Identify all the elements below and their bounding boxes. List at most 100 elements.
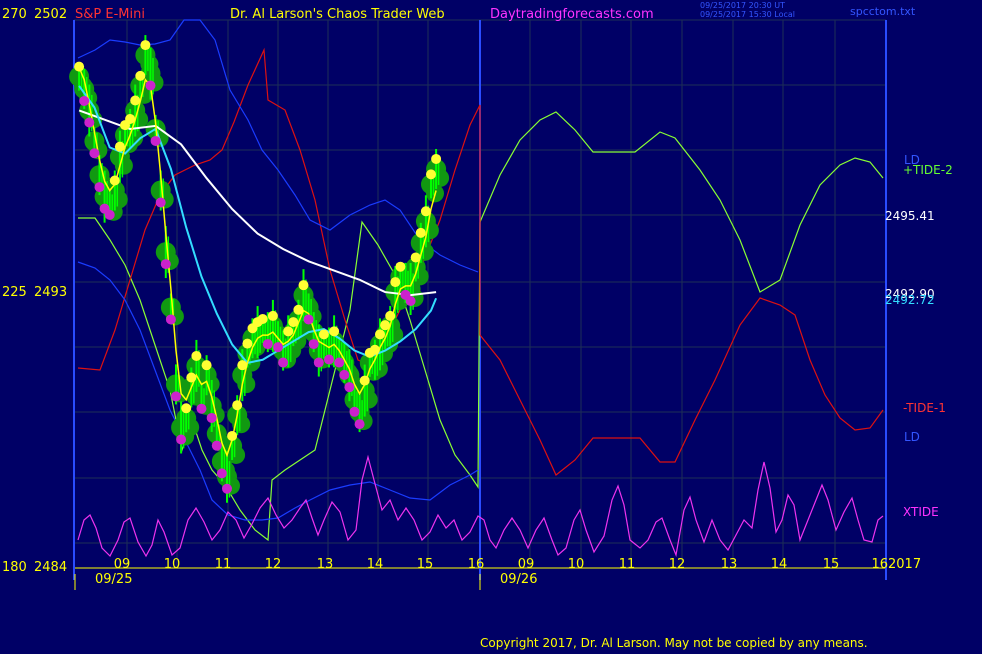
high-marker (415, 227, 426, 238)
high-marker (232, 400, 243, 411)
hour-tick: 11 (619, 557, 636, 572)
site-title: Dr. Al Larson's Chaos Trader Web (230, 7, 445, 22)
low-marker (150, 135, 161, 146)
low-marker (160, 259, 171, 270)
low-marker (165, 314, 176, 325)
low-marker (354, 419, 365, 430)
low-marker (216, 468, 227, 479)
hour-tick: 09 (518, 557, 535, 572)
low-marker (405, 296, 416, 306)
low-marker (324, 354, 334, 365)
left-index-tick: 225 (2, 285, 27, 300)
high-marker (293, 304, 304, 315)
left-price-tick: 2484 (34, 560, 67, 575)
low-marker (196, 403, 207, 414)
low-marker (176, 434, 187, 445)
high-marker (298, 280, 309, 291)
tide-plus-label: +TIDE-2 (903, 163, 953, 177)
high-marker (390, 277, 401, 288)
low-marker (349, 406, 360, 417)
high-marker (395, 261, 406, 272)
high-marker (426, 169, 436, 180)
high-marker (267, 310, 278, 321)
hour-tick: 12 (669, 557, 686, 572)
hour-tick: 10 (568, 557, 585, 572)
left-index-tick: 270 (2, 7, 27, 22)
hour-tick: 15 (823, 557, 840, 572)
timestamp-local: 09/25/2017 15:30 Local (700, 10, 795, 19)
low-marker (303, 314, 314, 325)
tide-minus-label: -TIDE-1 (903, 401, 946, 415)
high-marker (380, 320, 391, 331)
high-marker (74, 61, 85, 72)
year-label: 2017 (888, 557, 921, 572)
low-marker (145, 80, 156, 91)
hour-tick: 13 (721, 557, 738, 572)
high-marker (288, 317, 299, 328)
hour-tick: 14 (367, 557, 384, 572)
high-marker (237, 360, 248, 371)
low-marker (334, 357, 345, 368)
low-marker (79, 95, 90, 106)
hour-tick: 11 (215, 557, 232, 572)
low-marker (211, 440, 222, 451)
low-marker (278, 357, 289, 368)
low-marker (262, 339, 273, 350)
high-marker (431, 153, 442, 164)
high-marker (135, 70, 146, 81)
low-marker (171, 391, 181, 402)
date-label: 09/25 (95, 572, 132, 587)
high-marker (420, 206, 431, 217)
low-marker (308, 339, 319, 350)
low-marker (89, 148, 100, 159)
high-marker (125, 113, 136, 124)
hour-tick: 14 (771, 557, 788, 572)
instrument-label: S&P E-Mini (75, 7, 145, 22)
high-marker (283, 326, 294, 337)
file-name-label: spcctom.txt (850, 5, 916, 18)
high-marker (329, 326, 340, 337)
price-label-a: 2495.41 (885, 209, 935, 223)
hour-tick: 09 (114, 557, 131, 572)
hour-tick: 12 (265, 557, 282, 572)
hour-tick: 16 (468, 557, 485, 572)
high-marker (257, 314, 268, 325)
high-marker (410, 252, 421, 263)
high-marker (191, 350, 202, 361)
ld-lower-label: LD (904, 430, 920, 444)
low-marker (344, 382, 355, 393)
left-price-tick: 2502 (34, 7, 67, 22)
price-label-c: 2492.72 (885, 293, 935, 307)
highlight-circle (237, 375, 256, 394)
date-label: 09/26 (500, 572, 537, 587)
high-marker (242, 338, 253, 349)
low-marker (206, 412, 217, 423)
high-marker (201, 360, 212, 371)
hour-tick: 16 (871, 557, 888, 572)
timestamp-ut: 09/25/2017 20:30 UT (700, 1, 785, 10)
low-marker (273, 342, 283, 353)
moving-averages (78, 67, 438, 458)
high-marker (227, 430, 238, 441)
high-marker (114, 141, 125, 152)
low-marker (94, 182, 105, 193)
high-marker (375, 329, 385, 340)
low-marker (155, 197, 166, 208)
high-marker (385, 310, 396, 321)
high-marker (359, 375, 370, 386)
low-marker (222, 483, 232, 494)
price-chart: S&P E-Mini Dr. Al Larson's Chaos Trader W… (2, 1, 953, 650)
high-marker (186, 372, 197, 383)
xtide-label: XTIDE (903, 505, 939, 519)
high-marker (130, 95, 141, 106)
chart-window: S&P E-Mini Dr. Al Larson's Chaos Trader W… (0, 0, 982, 650)
copyright-notice: Copyright 2017, Dr. Al Larson. May not b… (480, 636, 868, 650)
high-marker (181, 403, 192, 414)
low-marker (313, 357, 324, 368)
high-marker (109, 175, 120, 186)
high-marker (318, 329, 329, 340)
left-price-tick: 2493 (34, 285, 67, 300)
fast-average-line (78, 67, 437, 458)
low-marker (84, 117, 95, 128)
low-marker (339, 369, 350, 380)
